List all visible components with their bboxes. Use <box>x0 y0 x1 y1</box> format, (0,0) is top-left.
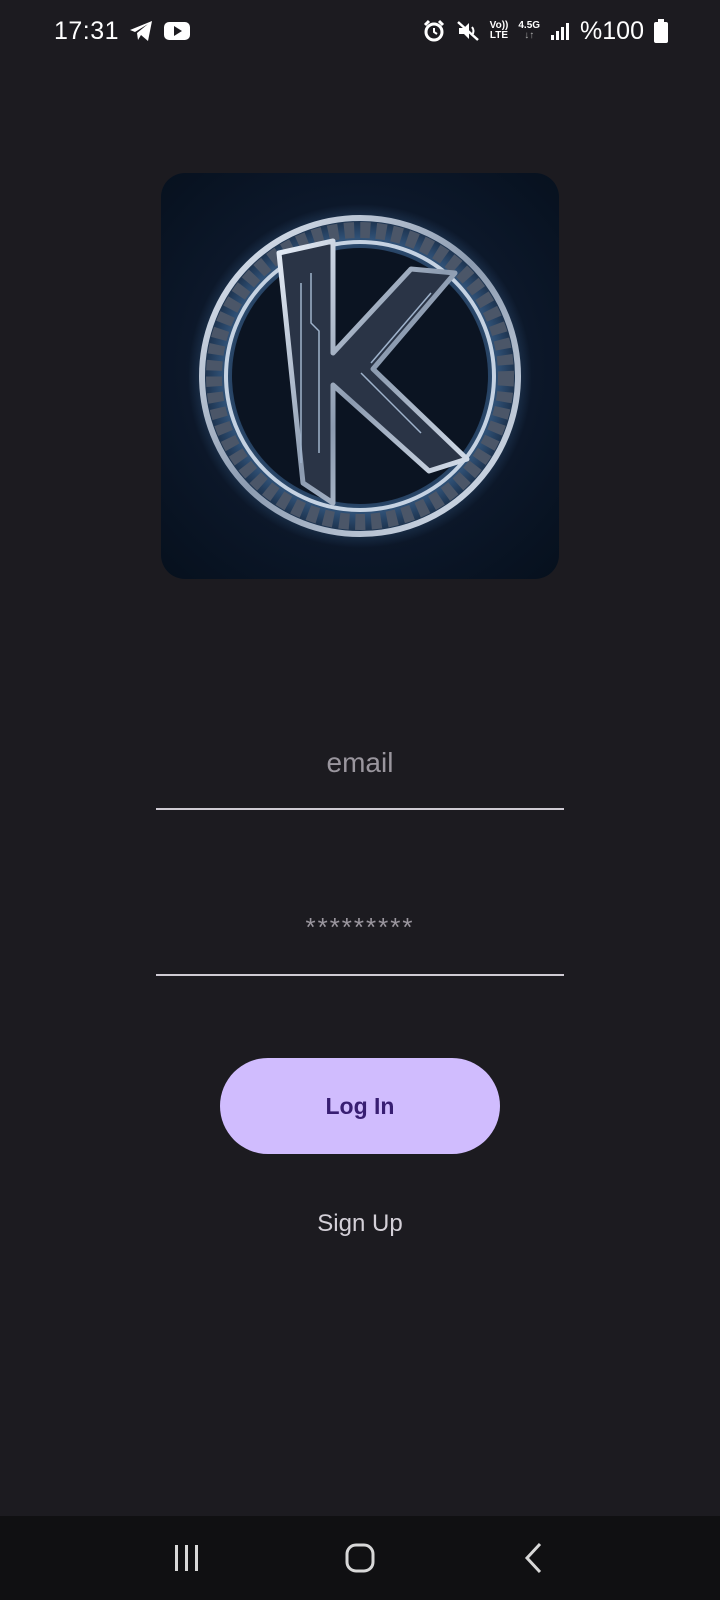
navigation-bar <box>0 1516 720 1600</box>
volte-label-bottom: LTE <box>489 30 509 41</box>
home-button[interactable] <box>320 1523 400 1593</box>
password-input[interactable] <box>156 898 564 956</box>
recent-apps-button[interactable] <box>147 1523 227 1593</box>
email-input[interactable] <box>156 730 564 796</box>
signal-icon <box>550 21 570 41</box>
signup-button[interactable]: Sign Up <box>280 1200 440 1248</box>
battery-icon <box>654 19 668 43</box>
status-time: 17:31 <box>54 16 120 45</box>
home-icon <box>345 1543 375 1573</box>
status-bar-left: 17:31 <box>54 17 191 46</box>
status-bar: 17:31 Vo)) LTE 4.5G ↓↑ %100 <box>0 0 720 62</box>
volte-icon: Vo)) LTE <box>490 21 509 41</box>
app-logo <box>161 173 559 579</box>
back-icon <box>525 1542 542 1574</box>
status-bar-right: Vo)) LTE 4.5G ↓↑ %100 <box>422 17 668 46</box>
alarm-icon <box>422 19 446 43</box>
recent-apps-icon <box>174 1545 198 1571</box>
back-button[interactable] <box>493 1523 573 1593</box>
network-4g-icon: 4.5G ↓↑ <box>518 20 541 41</box>
mute-icon <box>456 19 480 43</box>
k-circuit-logo-icon <box>188 204 532 548</box>
password-field[interactable] <box>156 898 564 976</box>
youtube-icon <box>163 20 191 42</box>
login-button[interactable]: Log In <box>220 1058 500 1154</box>
login-screen: 17:31 Vo)) LTE 4.5G ↓↑ %100 email ******… <box>0 0 720 1600</box>
email-field[interactable] <box>156 730 564 810</box>
battery-percent: %100 <box>580 16 644 45</box>
telegram-icon <box>129 20 153 42</box>
